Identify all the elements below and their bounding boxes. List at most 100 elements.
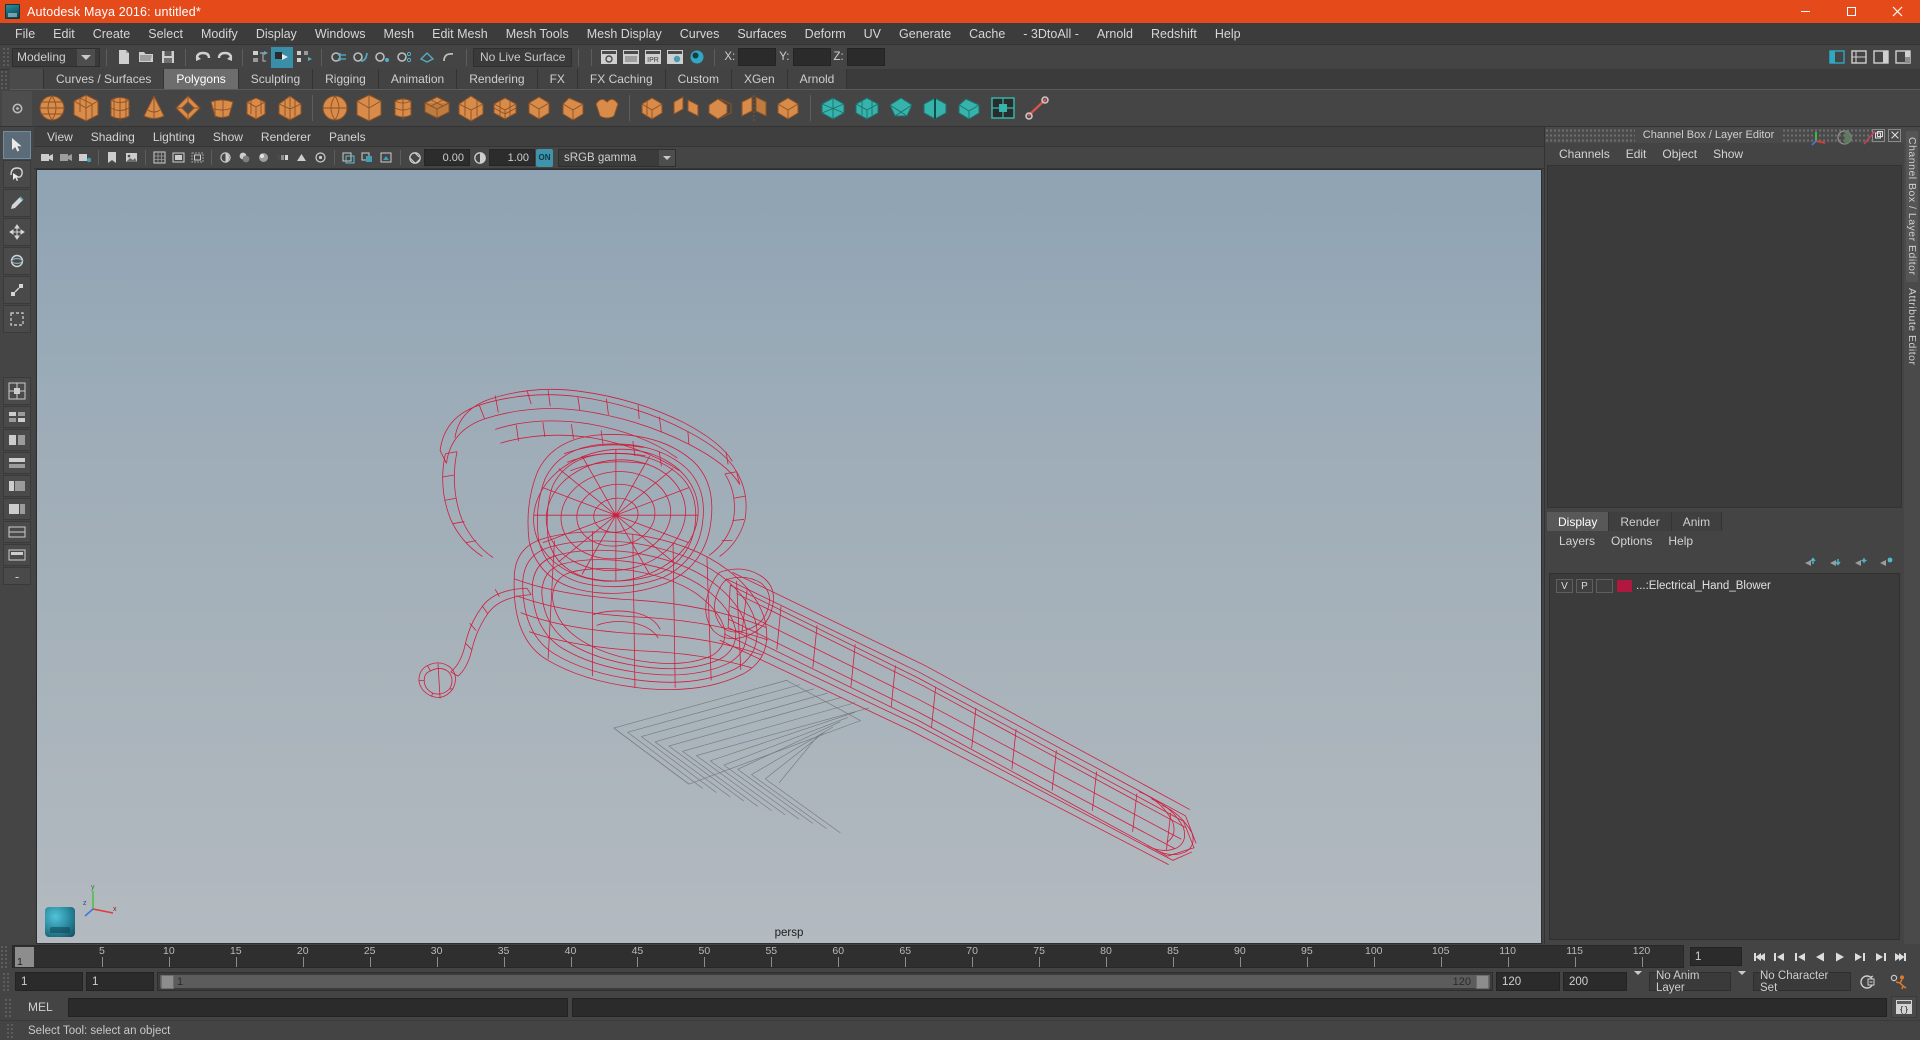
new-scene-icon[interactable] [113,47,135,68]
command-input[interactable] [68,997,568,1017]
uv-editor-icon[interactable] [987,92,1019,124]
shelf-tab-arnold[interactable]: Arnold [787,69,848,89]
poly-helix-icon[interactable] [489,92,521,124]
shelf-tab-sculpting[interactable]: Sculpting [238,69,314,89]
viewport-menu-renderer[interactable]: Renderer [252,127,320,147]
snap-to-view-plane-icon[interactable] [416,47,438,68]
step-forward-frame-icon[interactable] [1850,947,1869,966]
anim-layer-selector[interactable]: No Anim Layer [1649,970,1731,994]
go-to-end-icon[interactable] [1890,947,1909,966]
menu-cache[interactable]: Cache [960,23,1014,45]
layer-tab-display[interactable]: Display [1547,512,1610,531]
menu-windows[interactable]: Windows [306,23,375,45]
layers-menu-options[interactable]: Options [1603,534,1660,548]
perspective-viewport[interactable]: y x z persp [36,169,1542,944]
layer-list[interactable]: V P ...:Electrical_Hand_Blower [1549,573,1900,940]
coord-y-input[interactable] [792,48,831,66]
color-management-toggle[interactable]: ON [536,148,553,167]
layer-color-swatch[interactable] [1616,579,1633,593]
lock-camera-icon[interactable] [57,149,74,167]
move-layer-down-icon[interactable] [1829,556,1844,569]
exposure-icon[interactable] [406,149,423,167]
menu-select[interactable]: Select [139,23,192,45]
new-layer-from-selected-icon[interactable] [1879,556,1894,569]
statusbar-grip[interactable] [2,47,10,67]
resolution-gate-icon[interactable] [189,149,206,167]
auto-keyframe-icon[interactable] [1854,974,1882,990]
image-plane-icon[interactable] [123,149,140,167]
viewport-menu-panels[interactable]: Panels [320,127,375,147]
polygon-sphere-icon[interactable] [36,92,68,124]
snap-to-point-icon[interactable] [372,47,394,68]
xray-joints-icon[interactable] [359,149,376,167]
xray-icon[interactable] [340,149,357,167]
time-slider-grip[interactable] [0,945,8,968]
layer-row[interactable]: V P ...:Electrical_Hand_Blower [1552,578,1897,594]
current-time-indicator[interactable]: 1 [15,947,34,967]
chevron-down-icon-2[interactable] [1734,970,1750,989]
anim-start-field[interactable]: 1 [15,972,83,991]
four-view-layout[interactable] [3,406,31,428]
menu-help[interactable]: Help [1206,23,1250,45]
polygon-cone-icon[interactable] [138,92,170,124]
shelf-tab-curves-surfaces[interactable]: Curves / Surfaces [44,69,165,89]
menu-create[interactable]: Create [84,23,140,45]
shelf-tab-rendering[interactable]: Rendering [457,69,538,89]
help-line-grip[interactable] [6,1022,14,1039]
shelf-tab-custom[interactable]: Custom [665,69,732,89]
poly-bevel-teal-icon[interactable] [953,92,985,124]
poly-reduce-icon[interactable] [885,92,917,124]
hypershade-persp-layout[interactable] [3,475,31,497]
shelf-tab-xgen[interactable]: XGen [731,69,788,89]
show-tool-settings-icon[interactable] [1848,47,1870,68]
panel-drag-dots-left[interactable] [1545,127,1635,143]
range-right-handle[interactable] [1476,975,1489,989]
select-camera-icon[interactable] [38,149,55,167]
menu-edit-mesh[interactable]: Edit Mesh [423,23,497,45]
poly-boolean-icon[interactable] [704,92,736,124]
polygon-cylinder-icon[interactable] [104,92,136,124]
menu-display[interactable]: Display [247,23,306,45]
shelf-tab-fx[interactable]: FX [537,69,578,89]
viewport-menu-shading[interactable]: Shading [82,127,144,147]
select-by-hierarchy-icon[interactable] [249,47,271,68]
gamma-value[interactable]: 1.00 [489,149,535,166]
polygon-cube-icon[interactable] [70,92,102,124]
chevron-down-icon[interactable] [659,149,675,166]
polygon-pipe-icon[interactable] [240,92,272,124]
maximize-icon[interactable] [1828,0,1874,23]
polygon-plane-icon[interactable] [206,92,238,124]
cube-smooth-icon[interactable] [353,92,385,124]
minimize-icon[interactable] [1782,0,1828,23]
shelf-tab-animation[interactable]: Animation [378,69,458,89]
menu-curves[interactable]: Curves [671,23,729,45]
save-scene-icon[interactable] [157,47,179,68]
poly-separate-icon[interactable] [670,92,702,124]
command-line-grip[interactable] [4,997,12,1017]
show-attribute-editor-icon[interactable] [1826,47,1848,68]
menu-surfaces[interactable]: Surfaces [728,23,795,45]
menu-edit[interactable]: Edit [44,23,84,45]
layer-playback-toggle[interactable]: P [1576,579,1593,593]
rotate-tool[interactable] [3,247,31,275]
poly-crease-icon[interactable] [919,92,951,124]
hypershade-icon[interactable] [686,47,708,68]
menu-generate[interactable]: Generate [890,23,960,45]
range-start-field[interactable]: 1 [86,972,154,991]
menu-mesh-display[interactable]: Mesh Display [578,23,671,45]
multisample-aa-icon[interactable] [293,149,310,167]
xray-active-components-icon[interactable] [378,149,395,167]
poly-extrude-icon[interactable] [523,92,555,124]
viewport-menu-lighting[interactable]: Lighting [144,127,204,147]
color-management-selector[interactable]: sRGB gamma [558,148,676,167]
two-stacked-layout[interactable] [3,544,31,566]
menu-arnold[interactable]: Arnold [1088,23,1142,45]
play-backwards-icon[interactable] [1810,947,1829,966]
depth-of-field-icon[interactable] [312,149,329,167]
lasso-select-tool[interactable] [3,160,31,188]
polygon-torus-icon[interactable] [172,92,204,124]
coord-x-input[interactable] [738,48,777,66]
range-slider-grip[interactable] [2,972,10,991]
paint-select-tool[interactable] [3,189,31,217]
menu-deform[interactable]: Deform [796,23,855,45]
